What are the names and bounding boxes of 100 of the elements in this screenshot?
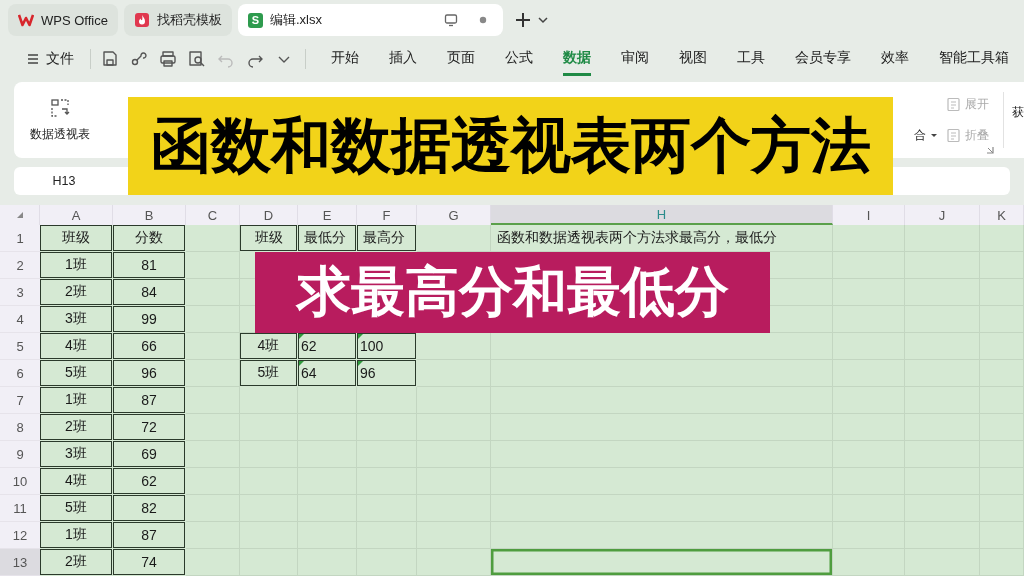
ribbon-tab[interactable]: 开始 bbox=[331, 42, 359, 76]
row-header[interactable]: 6 bbox=[0, 360, 40, 387]
table-cell: 1班 bbox=[40, 252, 113, 279]
select-all-icon[interactable] bbox=[15, 211, 24, 219]
column-header[interactable]: D bbox=[240, 205, 298, 225]
table-cell: 69 bbox=[113, 441, 186, 468]
empty-cell bbox=[186, 441, 240, 468]
fetch-data-button[interactable]: 获 bbox=[1010, 82, 1024, 158]
row-header[interactable]: 3 bbox=[0, 279, 40, 306]
empty-cell bbox=[298, 387, 357, 414]
ribbon-tab[interactable]: 公式 bbox=[505, 42, 533, 76]
empty-cell bbox=[357, 387, 417, 414]
document-tab[interactable]: S 编辑.xlsx bbox=[237, 4, 503, 36]
row-header[interactable]: 13 bbox=[0, 549, 40, 576]
ribbon-tab[interactable]: 智能工具箱 bbox=[939, 42, 1009, 76]
table-cell: 100 bbox=[357, 333, 417, 360]
new-tab-icon[interactable] bbox=[514, 12, 531, 28]
ribbon-tab[interactable]: 工具 bbox=[737, 42, 765, 76]
link-icon[interactable] bbox=[130, 50, 148, 68]
empty-cell bbox=[240, 387, 298, 414]
table-cell: 班级 bbox=[40, 225, 113, 252]
empty-cell bbox=[186, 387, 240, 414]
wps-logo-icon bbox=[18, 12, 34, 28]
table-cell: 2班 bbox=[40, 414, 113, 441]
document-tab[interactable]: WPS Office bbox=[8, 4, 118, 36]
chevron-down-icon[interactable] bbox=[536, 14, 549, 26]
table-cell: 5班 bbox=[240, 360, 298, 387]
table-cell: 5班 bbox=[40, 360, 113, 387]
table-cell: 96 bbox=[357, 360, 417, 387]
ribbon-tab[interactable]: 会员专享 bbox=[795, 42, 851, 76]
row-header[interactable]: 1 bbox=[0, 225, 40, 252]
row-header[interactable]: 10 bbox=[0, 468, 40, 495]
table-cell: 1班 bbox=[40, 522, 113, 549]
empty-cell bbox=[186, 495, 240, 522]
row-header[interactable]: 2 bbox=[0, 252, 40, 279]
table-cell: 87 bbox=[113, 522, 186, 549]
column-header[interactable]: C bbox=[186, 205, 240, 225]
table-cell: 74 bbox=[113, 549, 186, 576]
row-header[interactable]: 7 bbox=[0, 387, 40, 414]
column-header[interactable]: A bbox=[40, 205, 113, 225]
column-header[interactable]: I bbox=[833, 205, 905, 225]
table-cell: 4班 bbox=[240, 333, 298, 360]
table-cell: 82 bbox=[113, 495, 186, 522]
print-preview-icon[interactable] bbox=[188, 50, 206, 68]
ribbon-tab[interactable]: 视图 bbox=[679, 42, 707, 76]
row-header[interactable]: 5 bbox=[0, 333, 40, 360]
empty-cell bbox=[980, 225, 1024, 252]
table-cell: 66 bbox=[113, 333, 186, 360]
ribbon-tab[interactable]: 插入 bbox=[389, 42, 417, 76]
name-box[interactable]: H13 bbox=[14, 174, 114, 188]
ribbon-tab[interactable]: 数据 bbox=[563, 42, 591, 76]
save-icon[interactable] bbox=[101, 50, 119, 68]
table-cell: 87 bbox=[113, 387, 186, 414]
ungroup-button[interactable]: 合 bbox=[914, 126, 938, 144]
print-icon[interactable] bbox=[159, 50, 177, 68]
list-icon bbox=[946, 128, 961, 143]
ribbon-tab[interactable]: 页面 bbox=[447, 42, 475, 76]
table-cell: 3班 bbox=[40, 306, 113, 333]
row-header[interactable]: 12 bbox=[0, 522, 40, 549]
empty-cell bbox=[833, 225, 905, 252]
pivot-table-button[interactable]: 数据透视表 bbox=[14, 82, 106, 158]
caption-banner: 函数和数据透视表两个方法 bbox=[128, 97, 893, 195]
table-cell: 4班 bbox=[40, 468, 113, 495]
monitor-icon[interactable] bbox=[443, 13, 458, 27]
table-cell: 最低分 bbox=[298, 225, 357, 252]
table-cell: 2班 bbox=[40, 279, 113, 306]
empty-cell bbox=[186, 468, 240, 495]
row-header[interactable]: 9 bbox=[0, 441, 40, 468]
empty-cell bbox=[186, 522, 240, 549]
row-header[interactable]: 4 bbox=[0, 306, 40, 333]
file-menu[interactable]: 文件 bbox=[20, 46, 80, 72]
document-tab[interactable]: 找稻壳模板 bbox=[123, 4, 232, 36]
ribbon-tab[interactable]: 审阅 bbox=[621, 42, 649, 76]
empty-cell bbox=[186, 414, 240, 441]
table-cell: 96 bbox=[113, 360, 186, 387]
column-header[interactable]: J bbox=[905, 205, 980, 225]
column-header[interactable]: B bbox=[113, 205, 186, 225]
column-header[interactable]: K bbox=[980, 205, 1024, 225]
table-cell: 84 bbox=[113, 279, 186, 306]
table-cell: 分数 bbox=[113, 225, 186, 252]
table-cell: 5班 bbox=[40, 495, 113, 522]
flame-logo-icon bbox=[133, 12, 150, 28]
empty-cell bbox=[833, 522, 905, 549]
table-cell: 1班 bbox=[40, 387, 113, 414]
table-cell: 99 bbox=[113, 306, 186, 333]
row-header[interactable]: 8 bbox=[0, 414, 40, 441]
active-cell[interactable] bbox=[491, 549, 833, 576]
table-cell: 2班 bbox=[40, 549, 113, 576]
table-cell: 最高分 bbox=[357, 225, 417, 252]
column-header[interactable]: E bbox=[298, 205, 357, 225]
column-header[interactable]: F bbox=[357, 205, 417, 225]
column-header[interactable]: G bbox=[417, 205, 491, 225]
table-cell: 81 bbox=[113, 252, 186, 279]
table-cell: 班级 bbox=[240, 225, 298, 252]
caret-icon bbox=[930, 132, 938, 138]
ribbon-tab[interactable]: 效率 bbox=[881, 42, 909, 76]
row-header[interactable]: 11 bbox=[0, 495, 40, 522]
dialog-launcher-icon[interactable] bbox=[986, 146, 994, 154]
empty-cell bbox=[833, 549, 905, 576]
caption-banner: 求最高分和最低分 bbox=[255, 252, 770, 333]
